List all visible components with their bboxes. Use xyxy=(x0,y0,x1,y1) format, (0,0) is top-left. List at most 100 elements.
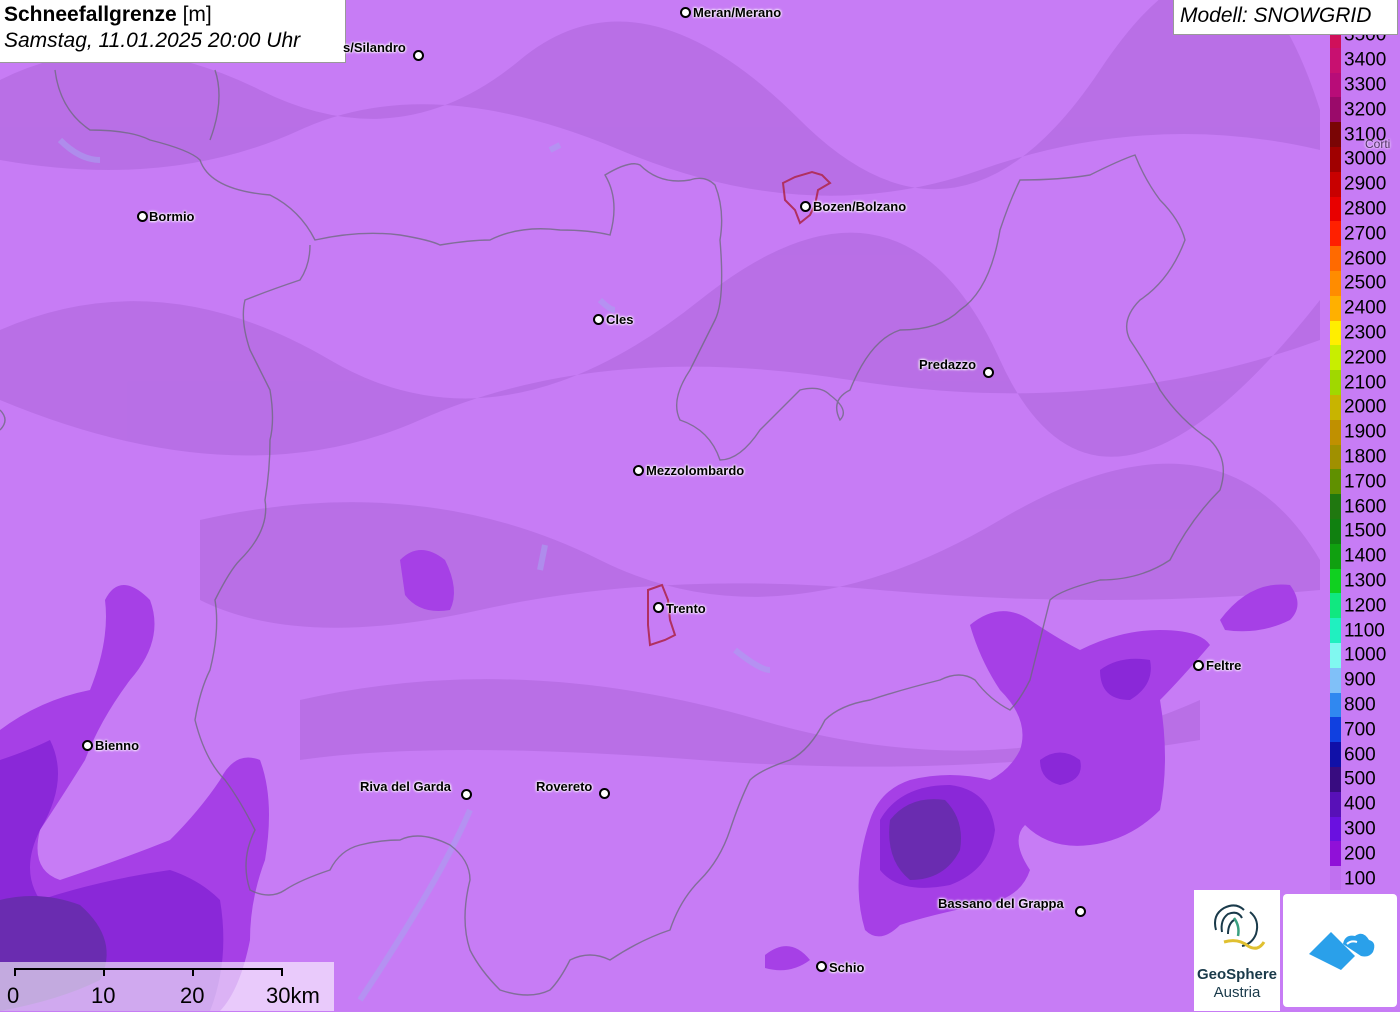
legend-label: 1900 xyxy=(1344,421,1387,443)
city-marker[interactable] xyxy=(413,50,424,61)
scale-tick xyxy=(14,968,16,976)
legend-row: 2100 xyxy=(1330,370,1400,395)
legend-label: 2600 xyxy=(1344,248,1387,270)
legend-label: 2200 xyxy=(1344,347,1387,369)
city-label-silandro: s/Silandro xyxy=(343,40,406,55)
city-marker[interactable] xyxy=(816,961,827,972)
scale-label: 10 xyxy=(91,983,116,1008)
legend-label: 1600 xyxy=(1344,496,1387,518)
legend-label: 1800 xyxy=(1344,446,1387,468)
legend-row: 3500 xyxy=(1330,35,1400,48)
legend-swatch xyxy=(1330,147,1341,172)
city-label-bienno: Bienno xyxy=(95,738,140,753)
legend-label: 3500 xyxy=(1344,35,1387,46)
legend-label: 100 xyxy=(1344,868,1376,890)
legend-label: 1700 xyxy=(1344,471,1387,493)
city-label-bassano: Bassano del Grappa xyxy=(938,896,1064,911)
legend-row: 600 xyxy=(1330,742,1400,767)
legend-label: 2900 xyxy=(1344,173,1387,195)
legend-label: 2500 xyxy=(1344,272,1387,294)
legend-row: 1200 xyxy=(1330,593,1400,619)
legend-row: 800 xyxy=(1330,692,1400,718)
legend-row: 2800 xyxy=(1330,196,1400,222)
app-logo[interactable] xyxy=(1283,894,1397,1007)
legend-row: 1100 xyxy=(1330,618,1400,643)
legend-row: 1300 xyxy=(1330,568,1400,594)
legend-swatch xyxy=(1330,618,1341,643)
city-label-rovereto: Rovereto xyxy=(536,779,593,794)
city-marker[interactable] xyxy=(1075,906,1086,917)
geosphere-country: Austria xyxy=(1213,984,1261,1001)
city-label-meran: Meran/Merano xyxy=(693,5,782,20)
legend-swatch xyxy=(1330,667,1341,693)
city-marker[interactable] xyxy=(800,201,811,212)
scale-tick xyxy=(192,968,194,976)
legend-swatch xyxy=(1330,816,1341,842)
legend-label: 700 xyxy=(1344,719,1376,741)
legend-label: 3400 xyxy=(1344,49,1387,71)
city-label-corti: Corti xyxy=(1365,137,1391,151)
legend-label: 2300 xyxy=(1344,322,1387,344)
legend-swatch xyxy=(1330,791,1341,817)
city-marker[interactable] xyxy=(653,602,664,613)
legend-row: 2000 xyxy=(1330,395,1400,420)
snowline-map[interactable] xyxy=(0,0,1400,1011)
scale-bar: 0 10 20 30km xyxy=(0,962,334,1011)
legend-swatch xyxy=(1330,72,1341,98)
city-label-cles: Cles xyxy=(606,312,634,327)
city-label-predazzo: Predazzo xyxy=(919,357,977,372)
legend-row: 3300 xyxy=(1330,72,1400,98)
legend-swatch xyxy=(1330,419,1341,445)
legend-row: 1400 xyxy=(1330,543,1400,569)
scale-tick xyxy=(103,968,105,976)
city-marker[interactable] xyxy=(461,789,472,800)
legend-label: 500 xyxy=(1344,768,1376,790)
city-marker[interactable] xyxy=(680,7,691,18)
legend-label: 2700 xyxy=(1344,223,1387,245)
legend-row: 200 xyxy=(1330,841,1400,867)
legend-swatch xyxy=(1330,494,1341,519)
scale-label: 30km xyxy=(266,983,320,1008)
city-marker[interactable] xyxy=(633,465,644,476)
legend-row: 2900 xyxy=(1330,171,1400,197)
legend-label: 1100 xyxy=(1344,620,1385,642)
city-marker[interactable] xyxy=(137,211,148,222)
city-marker[interactable] xyxy=(593,314,604,325)
legend-row: 1800 xyxy=(1330,444,1400,470)
app-mountain-cloud-icon xyxy=(1309,932,1375,970)
legend-label: 1400 xyxy=(1344,545,1387,567)
city-marker[interactable] xyxy=(1193,660,1204,671)
legend-row: 1000 xyxy=(1330,643,1400,668)
legend-swatch xyxy=(1330,47,1341,73)
legend-label: 2400 xyxy=(1344,297,1387,319)
map-title: Schneefallgrenze [m] xyxy=(4,3,212,26)
legend-swatch xyxy=(1330,469,1341,495)
legend-swatch xyxy=(1330,320,1341,346)
city-label-bormio: Bormio xyxy=(149,209,195,224)
legend-swatch xyxy=(1330,395,1341,420)
legend-row: 100 xyxy=(1330,866,1400,890)
city-label-bolzano: Bozen/Bolzano xyxy=(813,199,907,214)
geosphere-austria-logo[interactable]: GeoSphere Austria xyxy=(1194,890,1280,1011)
legend-label: 1300 xyxy=(1344,570,1387,592)
legend-swatch xyxy=(1330,370,1341,395)
legend-row: 1700 xyxy=(1330,469,1400,495)
legend-row: 300 xyxy=(1330,816,1400,842)
legend-label: 600 xyxy=(1344,744,1376,766)
legend-swatch xyxy=(1330,568,1341,594)
city-marker[interactable] xyxy=(599,788,610,799)
legend-label: 1200 xyxy=(1344,595,1387,617)
legend-label: 400 xyxy=(1344,793,1376,815)
legend-swatch xyxy=(1330,122,1341,147)
legend-row: 1600 xyxy=(1330,494,1400,519)
forecast-datetime: Samstag, 11.01.2025 20:00 Uhr xyxy=(4,29,301,52)
legend-swatch xyxy=(1330,543,1341,569)
city-marker[interactable] xyxy=(983,367,994,378)
legend-swatch xyxy=(1330,271,1341,296)
legend-swatch xyxy=(1330,345,1341,371)
geosphere-name: GeoSphere xyxy=(1196,966,1278,983)
city-marker[interactable] xyxy=(82,740,93,751)
legend-label: 3300 xyxy=(1344,74,1387,96)
legend-row: 2400 xyxy=(1330,295,1400,321)
legend-label: 300 xyxy=(1344,818,1376,840)
